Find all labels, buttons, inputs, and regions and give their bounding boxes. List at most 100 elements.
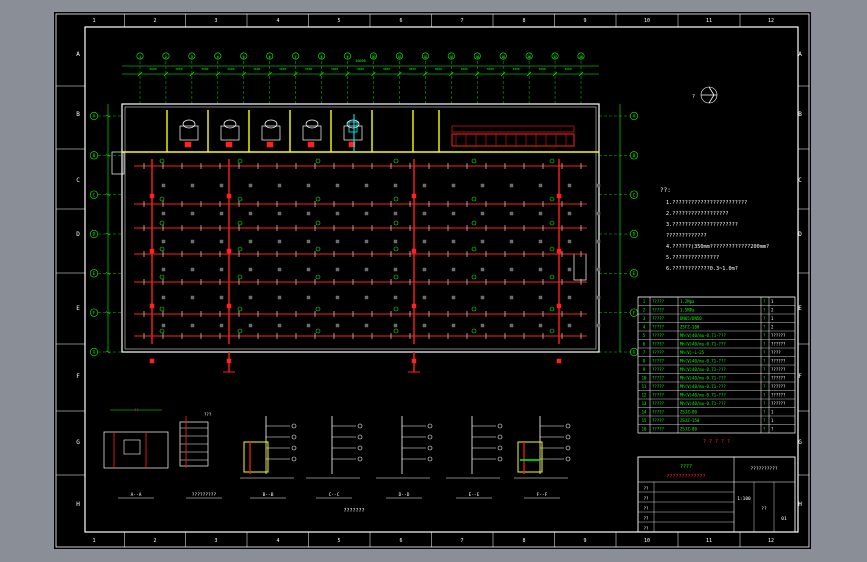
axis-number: 2 [165, 55, 167, 59]
table-cell: ????? [652, 325, 665, 330]
section-head [427, 445, 433, 451]
table-cell: 1 [771, 316, 774, 321]
border-col-label-top: 4 [276, 18, 279, 24]
border-col-label-top: 8 [522, 18, 525, 24]
table-cell: 2 [771, 308, 774, 313]
table-cell: Mh(V)-L-25 [680, 350, 705, 355]
structural-column [306, 239, 311, 244]
title-row-label: ?? [644, 496, 649, 501]
table-cell: ZSJZ-80 [680, 410, 697, 415]
pipe-tag-bubble [315, 246, 321, 252]
valve [556, 303, 562, 309]
axis-number: 8 [321, 55, 323, 59]
section-head [291, 445, 297, 451]
valve [149, 248, 155, 254]
border-col-label-bottom: 7 [460, 538, 463, 544]
table-cell: ????? [652, 350, 665, 355]
border-row-label-left: C [76, 177, 80, 184]
pipe-tag-bubble [159, 328, 165, 334]
table-cell: ?????? [771, 393, 786, 398]
axis-letter: F [93, 310, 96, 315]
valve [411, 193, 417, 199]
table-cell: ????? [652, 333, 665, 338]
table-cell: ?????? [771, 359, 786, 364]
table-cell: ? [763, 427, 766, 432]
border-col-label-top: 6 [399, 18, 402, 24]
border-row-label-right: F [798, 373, 802, 380]
structural-column [277, 295, 282, 300]
fixture-valve [184, 141, 192, 148]
border-col-label-top: 7 [460, 18, 463, 24]
table-cell: 14 [642, 410, 647, 415]
pipe-tag-bubble [315, 274, 321, 280]
table-cell: DN65/DN50 [680, 316, 702, 321]
dimension-text: 3600 [149, 67, 156, 71]
pipe-tag-bubble [471, 158, 477, 164]
table-cell: ? [763, 316, 766, 321]
border-row-label-right: G [798, 439, 802, 446]
section-head [291, 456, 297, 462]
structural-column [393, 183, 398, 188]
drawing-sheet: 1 1 2 2 3 3 4 4 5 5 6 6 7 7 8 8 9 9 10 10 11 11 12 12 A A B B C C D D E E… [54, 12, 811, 549]
table-cell: ????? [652, 410, 665, 415]
structural-column [277, 267, 282, 272]
axis-number: 15 [501, 55, 505, 59]
structural-column [277, 323, 282, 328]
pipe-tag-bubble [471, 220, 477, 226]
table-cell: ? [763, 359, 766, 364]
border-row-label-right: B [798, 111, 802, 118]
pipe-tag-bubble [315, 158, 321, 164]
structural-column [596, 323, 601, 328]
structural-column [567, 183, 572, 188]
structural-column [306, 183, 311, 188]
section-details: A--A????????? B--B C--C D--D E--E F--F???????… [103, 408, 571, 514]
note-line: 2.?????????????????? [666, 211, 728, 217]
structural-column [248, 211, 253, 216]
valve [149, 303, 155, 309]
structural-column [190, 211, 195, 216]
structural-column [480, 211, 485, 216]
axis-number: 11 [397, 55, 401, 59]
table-caption: ? ? ? ? ? [703, 439, 730, 445]
section-label: E--E [469, 492, 480, 498]
structural-column [190, 323, 195, 328]
axis-letter: G [633, 350, 636, 355]
section-label: F--F [537, 492, 548, 498]
structural-column [538, 183, 543, 188]
table-cell: ????? [652, 376, 665, 381]
border-row-label-left: F [76, 373, 80, 380]
north-arrow: ? [692, 86, 718, 104]
border-row-label-left: A [76, 51, 80, 58]
border-col-label-top: 2 [153, 18, 156, 24]
dimension-text: 3600 [435, 67, 442, 71]
section-detail: D--D [376, 416, 433, 499]
title-row-label: ?? [644, 486, 649, 491]
structural-column [451, 295, 456, 300]
axis-number: 6 [269, 55, 271, 59]
material-table: 1????? 1.2Mpa? 12????? 1.5MPa? 23????? DN65/D… [637, 296, 796, 445]
title-school: ?????????? [750, 466, 777, 472]
structural-column [422, 295, 427, 300]
table-cell: 1.2Mpa [680, 299, 695, 304]
structural-column [335, 183, 340, 188]
axis-number: 5 [243, 55, 245, 59]
axis-letter: B [633, 153, 636, 158]
structural-column [451, 239, 456, 244]
section-wall [517, 441, 543, 473]
table-cell: ? [763, 342, 766, 347]
axis-number: 14 [475, 55, 479, 59]
overall-dimension: 36000 [355, 59, 366, 63]
pipe-tag-bubble [237, 306, 243, 312]
structural-column [161, 323, 166, 328]
structural-column [277, 183, 282, 188]
table-cell: ?????? [771, 342, 786, 347]
border-col-label-bottom: 11 [706, 538, 712, 544]
section-detail: ????????? [179, 416, 222, 499]
table-cell: ? [763, 418, 766, 423]
border-col-label-top: 12 [768, 18, 774, 24]
section-detail: B--B [240, 416, 297, 499]
dimension-text: 3600 [279, 67, 286, 71]
border-row-label-left: D [76, 231, 80, 238]
title-row-label: ?? [644, 526, 649, 531]
structural-column [596, 267, 601, 272]
